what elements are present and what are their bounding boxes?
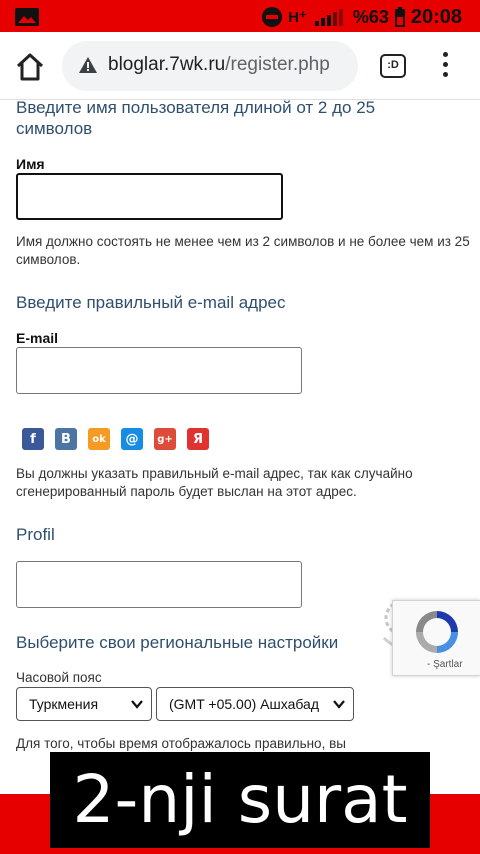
recaptcha-icon [416,611,458,653]
status-bar: H⁺ %63 20:08 [0,0,480,32]
chevron-down-icon [333,700,345,709]
vkontakte-icon[interactable]: B [55,428,77,450]
username-heading: Введите имя пользователя длиной от 2 до … [16,100,376,138]
home-icon[interactable] [14,52,46,82]
menu-icon[interactable] [440,52,450,80]
recaptcha-badge[interactable]: - Şartlar [392,600,480,676]
regional-heading: Выберите свои региональные настройки [16,633,339,652]
email-heading: Введите правильный e-mail адрес [16,293,286,312]
chevron-down-icon [131,700,143,709]
social-login-icons: f Bok @ g+ Я [22,428,209,450]
network-type: H⁺ [288,9,307,26]
country-select-value: Туркмения [29,696,99,712]
timezone-select-value: (GMT +05.00) Ашхабад [169,696,320,712]
tabs-icon[interactable]: :D [380,54,406,78]
email-input[interactable] [16,347,302,394]
signal-icon [314,9,343,26]
battery-icon [394,7,405,27]
not-secure-icon[interactable] [78,56,98,74]
country-select[interactable]: Туркмения [16,687,152,721]
page-content: Введите имя пользователя длиной от 2 до … [0,100,480,854]
address-bar[interactable]: bloglar.7wk.ru/register.php [62,41,358,91]
recaptcha-terms[interactable]: - Şartlar [427,659,463,670]
profile-heading: Profil [16,525,55,544]
caption-overlay: 2-nji surat [50,752,430,848]
username-help: Имя должно состоять не менее чем из 2 си… [16,234,470,267]
email-label: E-mail [16,330,59,346]
yandex-icon[interactable]: Я [187,428,209,450]
email-help: Вы должны указать правильный e-mail адре… [16,466,413,499]
odnoklassniki-icon[interactable]: ok [88,428,110,450]
browser-toolbar: bloglar.7wk.ru/register.php :D [0,32,480,100]
username-input[interactable] [16,173,283,220]
facebook-icon[interactable]: f [22,428,44,450]
google-plus-icon[interactable]: g+ [154,428,176,450]
username-label: Имя [16,156,45,172]
url-text[interactable]: bloglar.7wk.ru/register.php [108,54,330,76]
mailru-icon[interactable]: @ [121,428,143,450]
battery-percent: %63 [352,6,389,27]
url-host: bloglar.7wk.ru [108,54,226,75]
profile-input[interactable] [16,561,302,608]
clock: 20:08 [410,5,462,28]
url-path: /register.php [225,54,330,75]
do-not-disturb-icon [262,7,283,27]
timezone-select[interactable]: (GMT +05.00) Ашхабад [156,687,354,721]
regional-help: Для того, чтобы время отображалось прави… [16,736,346,751]
picture-icon [15,8,39,26]
